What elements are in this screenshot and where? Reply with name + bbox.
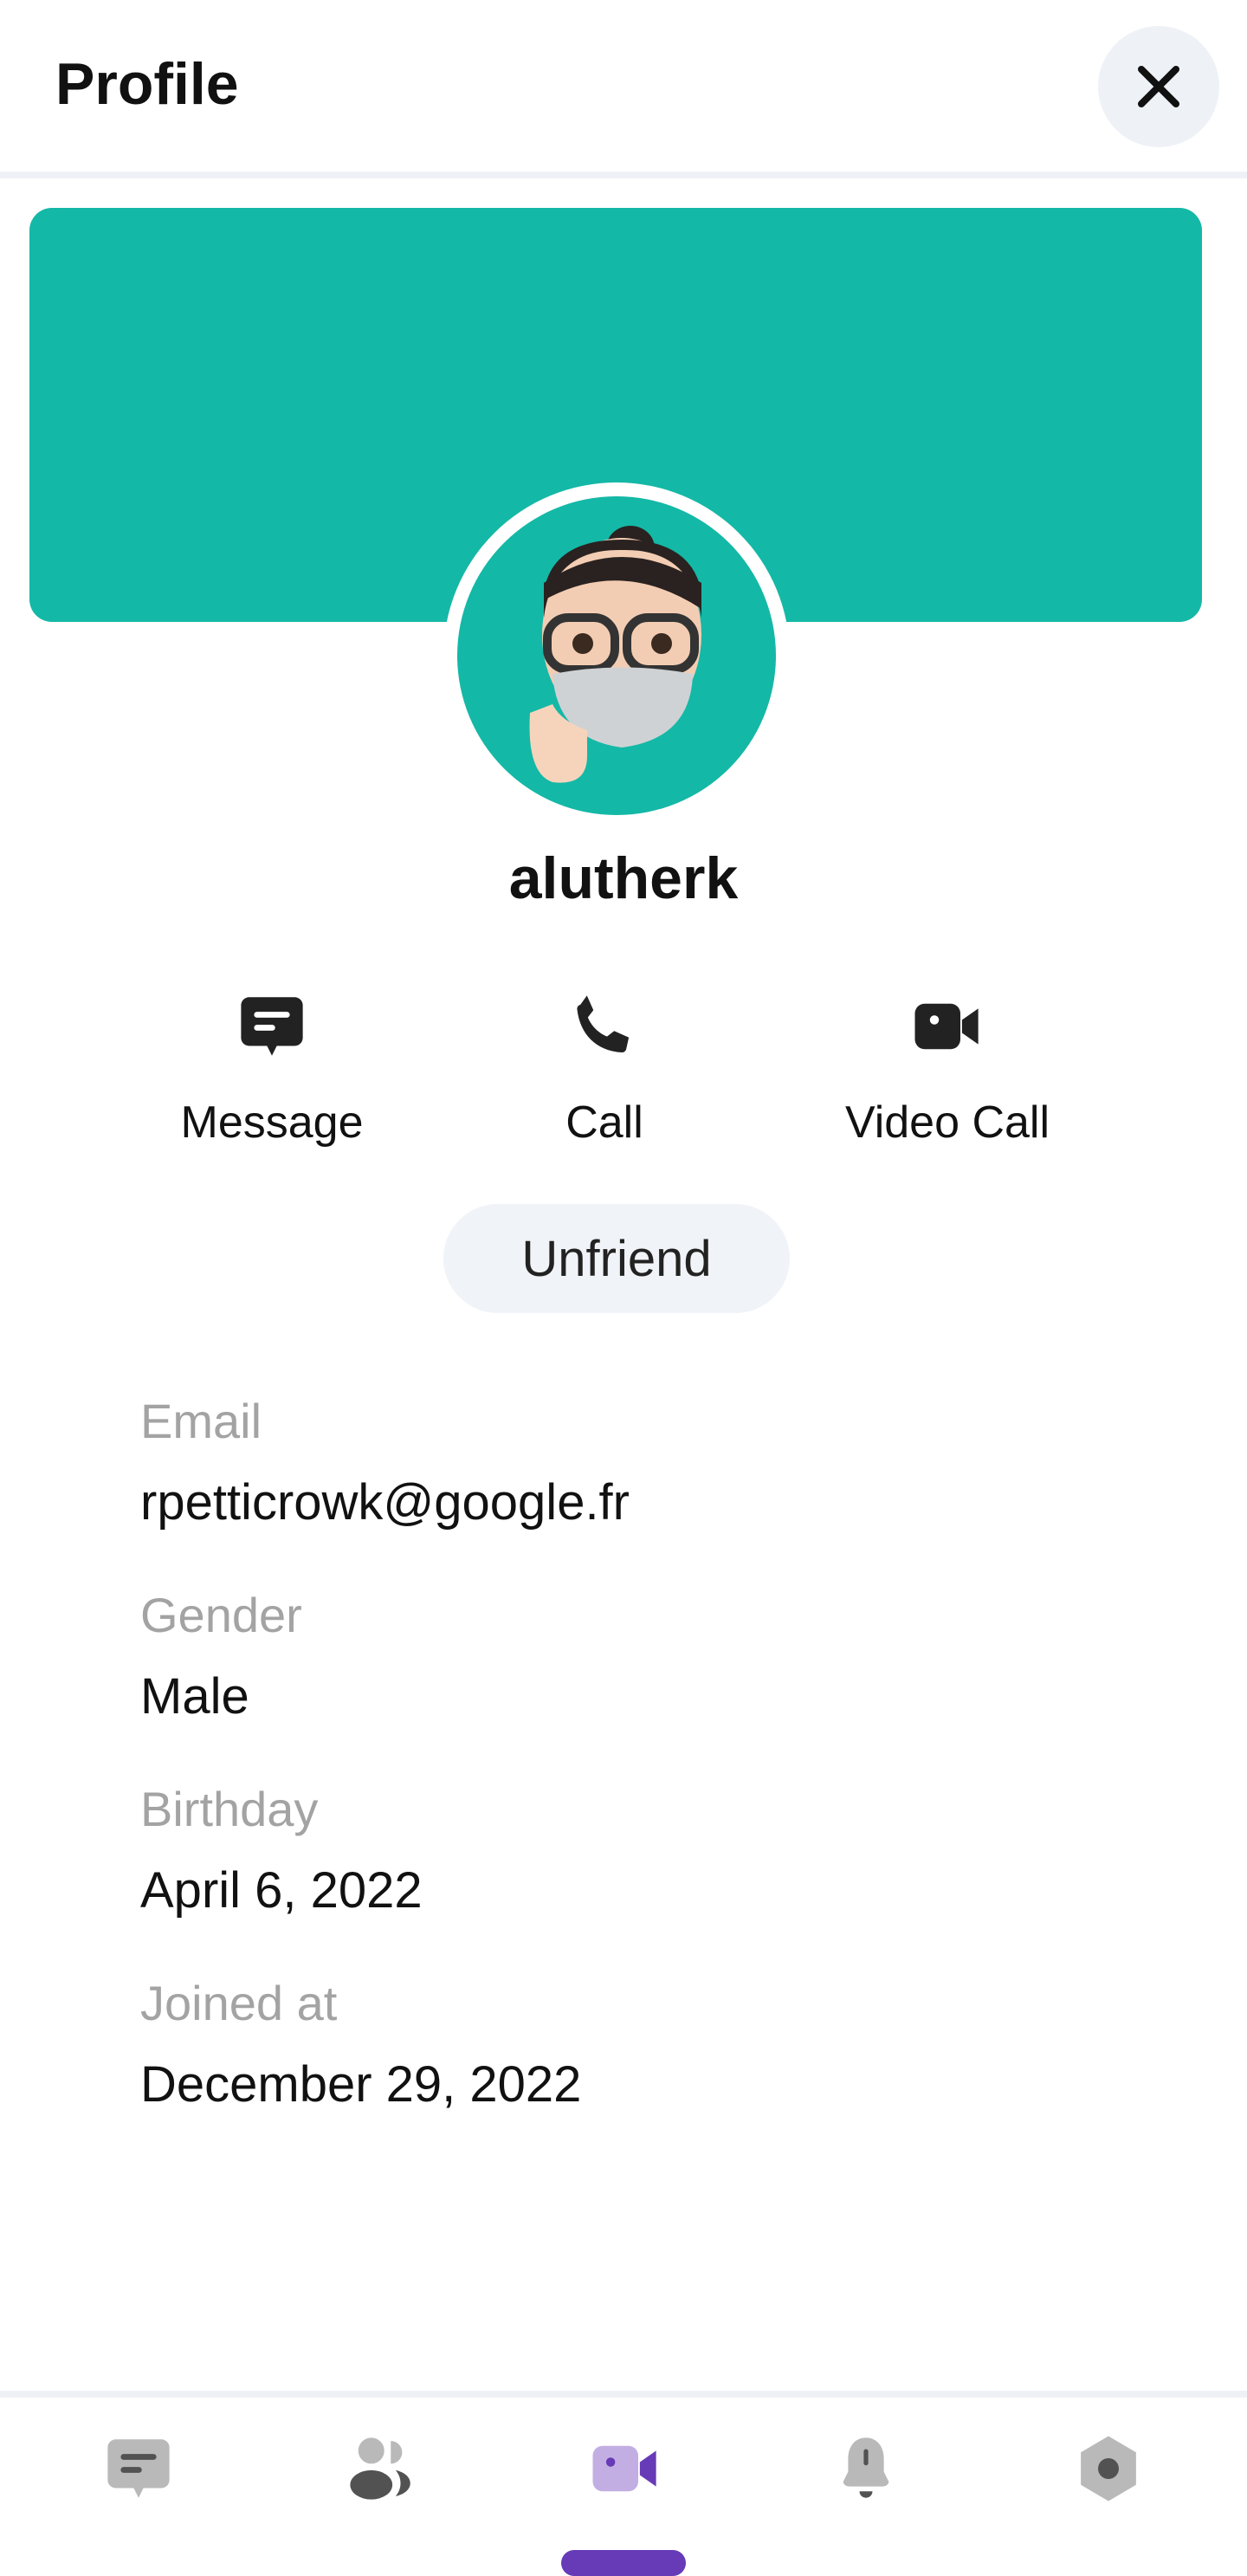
info-label: Birthday (140, 1782, 319, 1836)
video-call-icon (592, 2445, 656, 2492)
info-label: Joined at (140, 1976, 338, 2030)
username: alutherk (508, 845, 739, 911)
close-icon (1138, 66, 1179, 107)
nav-friends[interactable] (294, 2425, 468, 2512)
unfriend-button[interactable]: Unfriend (443, 1204, 790, 1313)
call-label: Call (565, 1097, 643, 1148)
message-label: Message (180, 1097, 364, 1148)
nav-chats[interactable] (52, 2425, 225, 2512)
phone-icon (577, 995, 630, 1053)
nav-notifications[interactable] (779, 2425, 953, 2512)
nav-settings[interactable] (1022, 2425, 1195, 2512)
info-joined: Joined at December 29, 2022 (140, 1975, 581, 2113)
call-button[interactable]: Call (466, 987, 743, 1149)
info-value: Male (140, 1668, 249, 1725)
video-camera-icon (914, 1003, 979, 1050)
message-icon (241, 997, 303, 1056)
info-value: December 29, 2022 (140, 2056, 582, 2113)
friends-icon (350, 2437, 410, 2500)
info-gender: Gender Male (140, 1587, 302, 1725)
header-divider (0, 172, 1247, 178)
info-email: Email rpetticrowk@google.fr (140, 1393, 630, 1531)
active-nav-indicator (561, 2550, 686, 2576)
bell-icon (843, 2437, 889, 2498)
info-value: April 6, 2022 (140, 1862, 423, 1919)
message-button[interactable]: Message (133, 987, 410, 1149)
avatar (457, 496, 776, 815)
info-label: Gender (140, 1588, 302, 1642)
nav-video-calls[interactable] (539, 2425, 712, 2512)
page-title: Profile (55, 51, 239, 117)
video-call-button[interactable]: Video Call (809, 987, 1086, 1149)
close-button[interactable] (1098, 26, 1219, 147)
info-value: rpetticrowk@google.fr (140, 1474, 630, 1531)
info-birthday: Birthday April 6, 2022 (140, 1781, 423, 1919)
settings-icon (1081, 2436, 1136, 2502)
info-label: Email (140, 1394, 262, 1448)
nav-divider (0, 2391, 1247, 2398)
chat-icon (107, 2439, 170, 2498)
video-call-label: Video Call (844, 1097, 1050, 1148)
